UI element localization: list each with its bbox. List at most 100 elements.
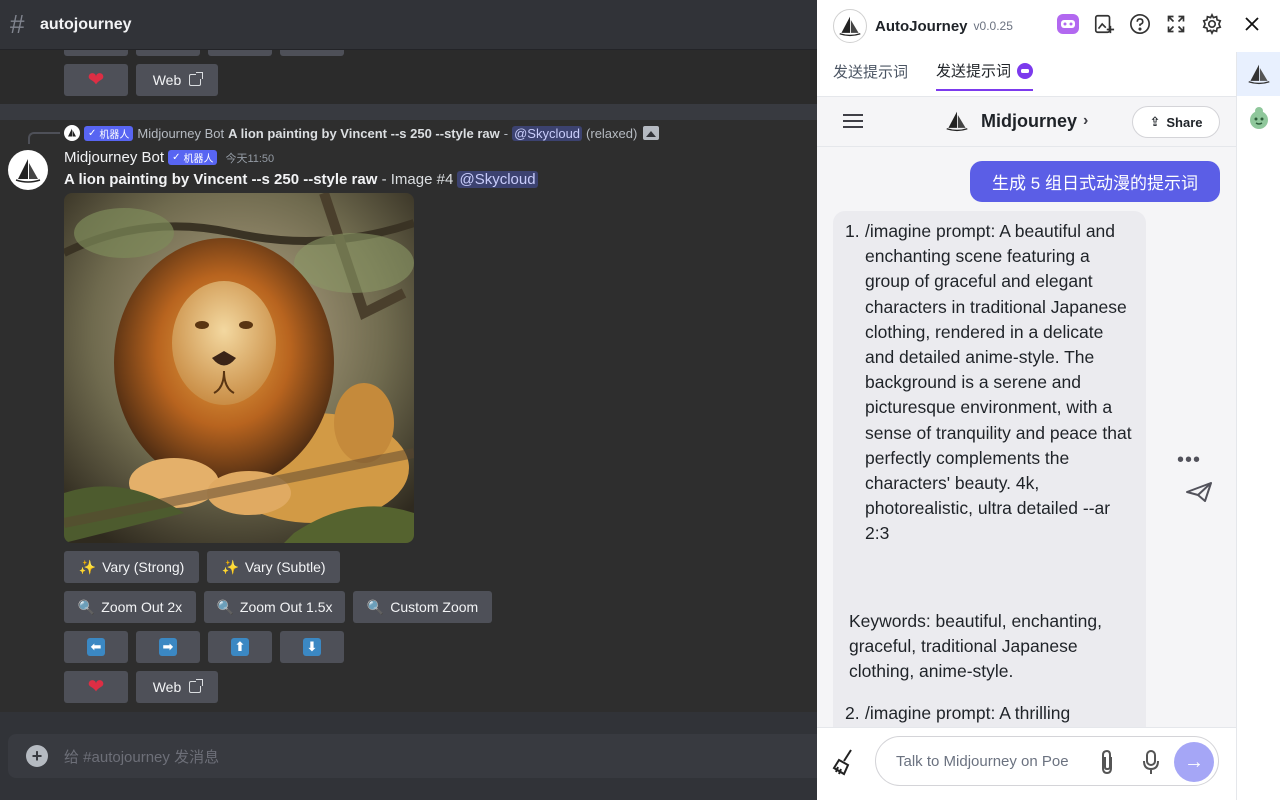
pan-right-button[interactable]: ➡ <box>136 631 200 663</box>
message-input[interactable]: + 给 #autojourney 发消息 <box>8 734 817 778</box>
share-label: Share <box>1166 115 1202 130</box>
panel-title: AutoJourney <box>875 18 968 35</box>
reply-reference[interactable]: ✓机器人 Midjourney Bot A lion painting by V… <box>64 125 659 141</box>
pan-up-button[interactable]: ⬆ <box>208 631 272 663</box>
bot-name: Midjourney <box>981 111 1077 132</box>
poe-input-bar: Talk to Midjourney on Poe → <box>817 727 1236 800</box>
mini-avatar <box>64 125 80 141</box>
mic-icon[interactable] <box>1142 749 1160 780</box>
message-suffix: - Image #4 <box>382 171 454 188</box>
midjourney-logo <box>1246 62 1272 86</box>
bot-badge: ✓机器人 <box>168 150 217 165</box>
tab-label: 发送提示词 <box>936 60 1011 81</box>
message-input-placeholder: 给 #autojourney 发消息 <box>64 746 219 767</box>
panel-version: v0.0.25 <box>974 19 1013 33</box>
image-add-icon[interactable] <box>1092 12 1116 36</box>
reply-author: Midjourney Bot <box>137 126 224 141</box>
help-icon[interactable] <box>1128 12 1152 36</box>
tab-send-prompt[interactable]: 发送提示词 <box>833 60 908 91</box>
send-arrow-icon[interactable]: → <box>1174 742 1214 782</box>
vary-strong-label: Vary (Strong) <box>102 559 184 575</box>
reply-dash: - <box>504 126 508 141</box>
vary-strong-button[interactable]: ✨ Vary (Strong) <box>64 551 199 583</box>
heart-icon: ❤ <box>88 677 105 697</box>
sidebar-item-midjourney[interactable] <box>1237 52 1280 96</box>
zoom-out-2x-label: Zoom Out 2x <box>101 599 182 615</box>
poe-bot-icon <box>1017 63 1033 79</box>
send-icon[interactable] <box>1185 481 1213 508</box>
menu-icon[interactable] <box>843 114 863 128</box>
magnifier-icon: 🔍 <box>78 599 95 616</box>
web-button[interactable]: Web <box>136 671 218 703</box>
magnifier-icon: 🔍 <box>367 599 384 616</box>
midjourney-logo <box>943 109 971 133</box>
zoom-out-2x-button[interactable]: 🔍 Zoom Out 2x <box>64 591 196 623</box>
message-prompt: A lion painting by Vincent --s 250 --sty… <box>64 171 377 188</box>
arrow-down-icon: ⬇ <box>303 638 321 656</box>
sidebar-item-robot[interactable] <box>1237 96 1280 140</box>
panel-sidebar <box>1236 52 1280 800</box>
zoom-out-1-5x-label: Zoom Out 1.5x <box>240 599 333 615</box>
more-icon[interactable]: ••• <box>1177 449 1201 472</box>
image-icon <box>643 126 659 140</box>
arrow-right-icon: ➡ <box>159 638 177 656</box>
poe-chat-header: Midjourney › ⇪ Share <box>817 97 1236 147</box>
message-separator <box>0 104 817 120</box>
external-link-icon <box>189 681 201 693</box>
expand-icon[interactable] <box>1164 12 1188 36</box>
zoom-out-1-5x-button[interactable]: 🔍 Zoom Out 1.5x <box>204 591 345 623</box>
arrow-up-icon: ⬆ <box>231 638 249 656</box>
user-message-bubble: 生成 5 组日式动漫的提示词 <box>970 161 1220 202</box>
close-icon[interactable] <box>1240 12 1264 36</box>
plus-icon[interactable]: + <box>26 745 48 767</box>
poe-chat-input[interactable]: Talk to Midjourney on Poe → <box>875 736 1219 786</box>
message-mention[interactable]: @Skycloud <box>457 171 537 188</box>
panel-header: AutoJourney v0.0.25 <box>817 0 1280 52</box>
reply-mode: (relaxed) <box>586 126 637 141</box>
pan-down-button[interactable]: ⬇ <box>280 631 344 663</box>
custom-zoom-label: Custom Zoom <box>390 599 478 615</box>
bot-message-bubble: 1. /imagine prompt: A beautiful and ench… <box>833 211 1146 751</box>
vary-subtle-button[interactable]: ✨ Vary (Subtle) <box>207 551 340 583</box>
heart-icon: ❤ <box>88 70 105 90</box>
prev-web-button[interactable]: Web <box>136 64 218 96</box>
prompt-item-1: 1. /imagine prompt: A beautiful and ench… <box>865 219 1135 547</box>
channel-name: autojourney <box>40 16 132 34</box>
previous-message: ❤ Web <box>0 50 817 104</box>
favorite-button[interactable]: ❤ <box>64 671 128 703</box>
poe-bot-icon[interactable] <box>1056 12 1080 36</box>
external-link-icon <box>189 74 201 86</box>
tab-label: 发送提示词 <box>833 61 908 82</box>
robot-icon <box>1247 105 1271 131</box>
channel-header: # autojourney <box>0 0 817 50</box>
bot-selector[interactable]: Midjourney › <box>943 109 1088 133</box>
avatar[interactable] <box>8 150 48 190</box>
reply-mention[interactable]: @Skycloud <box>512 126 582 141</box>
broom-icon[interactable] <box>831 748 857 781</box>
poe-input-placeholder: Talk to Midjourney on Poe <box>896 753 1069 770</box>
custom-zoom-button[interactable]: 🔍 Custom Zoom <box>353 591 492 623</box>
gear-icon[interactable] <box>1200 12 1224 36</box>
chevron-right-icon: › <box>1083 112 1088 130</box>
web-label: Web <box>153 679 182 695</box>
user-message-text: 生成 5 组日式动漫的提示词 <box>992 169 1198 194</box>
pan-left-button[interactable]: ⬅ <box>64 631 128 663</box>
message-author[interactable]: Midjourney Bot <box>64 149 164 166</box>
reply-prompt: A lion painting by Vincent --s 250 --sty… <box>228 126 500 141</box>
reply-connector <box>28 132 60 144</box>
tab-send-prompt-poe[interactable]: 发送提示词 <box>936 60 1033 91</box>
bot-badge: ✓机器人 <box>84 126 133 141</box>
arrow-left-icon: ⬅ <box>87 638 105 656</box>
sparkles-icon: ✨ <box>221 559 238 576</box>
item-number: 1. <box>845 219 860 244</box>
discord-chat: # autojourney ❤ Web <box>0 0 817 800</box>
poe-chat: Midjourney › ⇪ Share 生成 5 组日式动漫的提示词 1. /… <box>817 96 1236 800</box>
panel-tabs: 发送提示词 发送提示词 <box>833 60 1033 91</box>
vary-subtle-label: Vary (Subtle) <box>245 559 326 575</box>
prev-heart-button[interactable]: ❤ <box>64 64 128 96</box>
share-button[interactable]: ⇪ Share <box>1132 106 1220 138</box>
generated-lion-image[interactable] <box>64 193 414 543</box>
item-number: 2. <box>845 701 860 726</box>
share-icon: ⇪ <box>1149 114 1160 130</box>
paperclip-icon[interactable] <box>1098 749 1116 780</box>
